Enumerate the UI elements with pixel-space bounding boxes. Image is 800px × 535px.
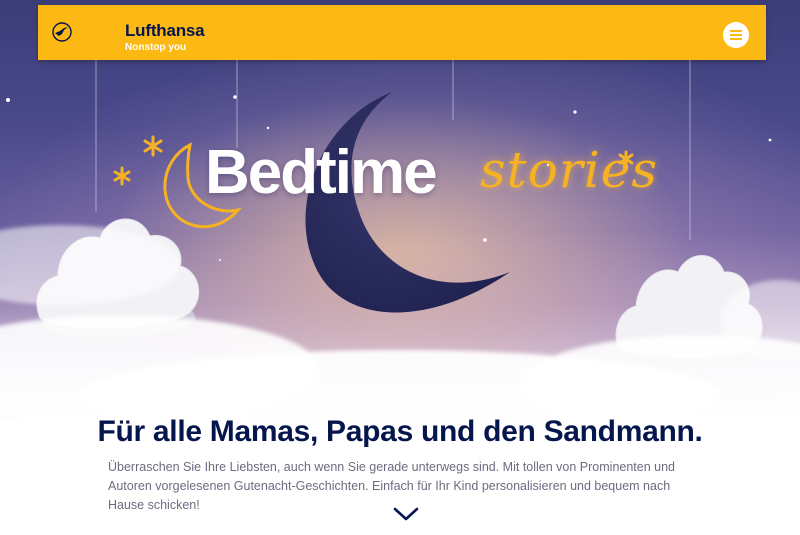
hero-title-bedtime: Bedtime [205,138,438,207]
hero-title-stories: stories [480,141,658,199]
hero-banner [0,0,800,420]
brand-name[interactable]: Lufthansa [125,22,205,39]
crane-logo-icon[interactable] [52,22,72,42]
brand-tagline: Nonstop you [125,42,187,53]
hamburger-menu-icon [730,30,742,40]
page-headline: Für alle Mamas, Papas und den Sandmann. [97,415,703,448]
menu-button[interactable] [723,22,749,48]
hero-illustration [0,33,800,420]
chevron-down-icon[interactable] [393,506,419,522]
site-header: Lufthansa Nonstop you [38,5,766,60]
